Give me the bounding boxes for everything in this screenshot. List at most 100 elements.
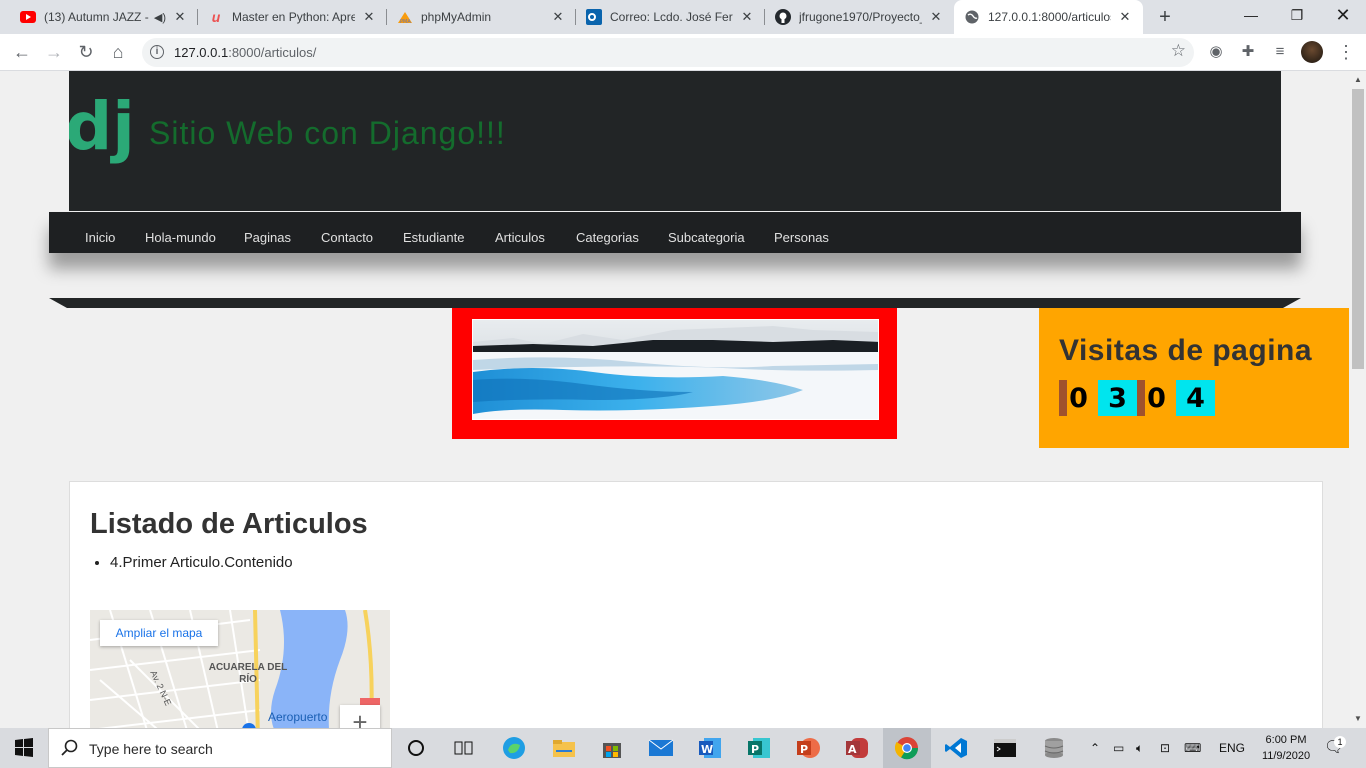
reload-icon[interactable]: ↻ <box>74 40 98 64</box>
extension-circle-icon[interactable]: ◉ <box>1204 40 1228 64</box>
nav-inicio[interactable]: Inicio <box>85 212 115 253</box>
close-tab-icon[interactable]: ✕ <box>361 9 377 25</box>
map-airport-label: Aeropuerto <box>268 710 328 724</box>
svg-text:dj: dj <box>69 88 133 165</box>
page-heading: Listado de Articulos <box>90 508 368 540</box>
search-icon <box>61 739 78 756</box>
word-icon[interactable]: W <box>686 728 734 768</box>
content-card: Listado de Articulos 4.Primer Articulo.C… <box>69 481 1323 728</box>
new-tab-button[interactable]: + <box>1154 6 1176 28</box>
profile-avatar[interactable] <box>1301 41 1323 63</box>
nav-contacto[interactable]: Contacto <box>321 212 373 253</box>
scrollbar-thumb[interactable] <box>1352 89 1364 369</box>
embedded-map[interactable]: Ampliar el mapa ACUARELA DEL RÍO Av. 2 N… <box>90 610 390 728</box>
chrome-menu-icon[interactable]: ⋮ <box>1334 40 1358 64</box>
list-item[interactable]: 4.Primer Articulo.Contenido <box>110 554 293 571</box>
svg-text:PMA: PMA <box>400 19 411 24</box>
tab-title: jfrugone1970/Proyecto_ <box>799 10 922 24</box>
restore-button[interactable]: ❐ <box>1274 0 1320 34</box>
nav-categorias[interactable]: Categorias <box>576 212 639 253</box>
counter-digit: 4 <box>1176 380 1215 416</box>
nav-subcategoria[interactable]: Subcategoria <box>668 212 745 253</box>
visit-counter: 0 3 0 4 <box>1059 380 1215 416</box>
clock-date: 11/9/2020 <box>1261 750 1311 762</box>
task-view-icon[interactable] <box>440 728 488 768</box>
back-icon[interactable]: ← <box>10 40 34 64</box>
tab-outlook[interactable]: Correo: Lcdo. José Ferna ✕ <box>576 0 765 34</box>
system-clock[interactable]: 6:00 PM 11/9/2020 <box>1256 732 1316 764</box>
cortana-icon[interactable] <box>392 728 440 768</box>
forward-icon[interactable]: → <box>42 40 66 64</box>
expand-map-link[interactable]: Ampliar el mapa <box>100 620 218 646</box>
language-indicator[interactable]: ENG <box>1219 728 1245 768</box>
battery-icon[interactable]: ▭ <box>1113 728 1124 768</box>
site-info-icon[interactable]: i <box>150 45 164 59</box>
tab-title: 127.0.0.1:8000/articulos/ <box>988 10 1111 24</box>
nav-personas[interactable]: Personas <box>774 212 829 253</box>
bookmark-star-icon[interactable]: ☆ <box>1171 41 1186 61</box>
tab-youtube[interactable]: (13) Autumn JAZZ - ◀) ✕ <box>10 0 198 34</box>
edge-icon[interactable] <box>490 728 538 768</box>
home-icon[interactable]: ⌂ <box>106 40 130 64</box>
scroll-down-icon[interactable]: ▼ <box>1354 714 1362 723</box>
browser-tab-strip: (13) Autumn JAZZ - ◀) ✕ u Master en Pyth… <box>0 0 1366 34</box>
taskbar-search[interactable]: Type here to search <box>48 728 392 768</box>
svg-text:W: W <box>701 743 713 756</box>
address-bar[interactable]: i 127.0.0.1:8000/articulos/ ☆ <box>142 38 1194 67</box>
tab-github[interactable]: jfrugone1970/Proyecto_ ✕ <box>765 0 954 34</box>
scroll-up-icon[interactable]: ▲ <box>1354 75 1362 84</box>
glacier-banner-image <box>472 319 879 420</box>
close-tab-icon[interactable]: ✕ <box>739 9 755 25</box>
powerpoint-icon[interactable]: P <box>784 728 832 768</box>
svg-text:P: P <box>800 743 808 756</box>
extensions-puzzle-icon[interactable]: ✚ <box>1236 40 1260 64</box>
minimize-button[interactable]: — <box>1228 0 1274 34</box>
nav-hola-mundo[interactable]: Hola-mundo <box>145 212 216 253</box>
speaker-icon[interactable]: ◀) <box>154 11 166 24</box>
page-scrollbar[interactable]: ▲ ▼ <box>1350 71 1366 728</box>
close-tab-icon[interactable]: ✕ <box>1117 9 1133 25</box>
vscode-icon[interactable] <box>932 728 980 768</box>
tab-phpmyadmin[interactable]: PMA phpMyAdmin ✕ <box>387 0 576 34</box>
tab-title: Master en Python: Apre <box>232 10 355 24</box>
close-tab-icon[interactable]: ✕ <box>928 9 944 25</box>
mail-icon[interactable] <box>637 728 685 768</box>
nav-articulos[interactable]: Articulos <box>495 212 545 253</box>
file-explorer-icon[interactable] <box>540 728 588 768</box>
tab-articulos[interactable]: 127.0.0.1:8000/articulos/ ✕ <box>954 0 1143 34</box>
github-icon <box>775 9 791 25</box>
udemy-icon: u <box>211 9 221 25</box>
network-icon[interactable]: ⊡ <box>1160 728 1170 768</box>
database-icon[interactable] <box>1030 728 1078 768</box>
main-nav: Inicio Hola-mundo Paginas Contacto Estud… <box>49 212 1301 253</box>
nav-estudiante[interactable]: Estudiante <box>403 212 464 253</box>
start-button[interactable] <box>0 728 48 768</box>
tab-udemy[interactable]: u Master en Python: Apre ✕ <box>198 0 387 34</box>
site-header: dj Sitio Web con Django!!! <box>69 71 1281 211</box>
banner-frame <box>452 308 897 439</box>
keyboard-icon[interactable]: ⌨︎ <box>1184 728 1201 768</box>
tab-title: phpMyAdmin <box>421 10 492 24</box>
publisher-icon[interactable]: P <box>735 728 783 768</box>
close-tab-icon[interactable]: ✕ <box>172 9 188 25</box>
access-icon[interactable]: A <box>833 728 881 768</box>
tray-chevron-icon[interactable]: ⌃ <box>1090 728 1100 768</box>
store-icon[interactable] <box>588 728 636 768</box>
article-list: 4.Primer Articulo.Contenido <box>110 554 293 571</box>
close-window-button[interactable]: ✕ <box>1320 0 1366 34</box>
outlook-icon <box>586 9 602 25</box>
volume-icon[interactable]: 🔈︎ <box>1136 728 1143 768</box>
visits-label: Visitas de pagina <box>1059 334 1313 367</box>
media-control-icon[interactable]: ≡ <box>1268 40 1292 64</box>
close-tab-icon[interactable]: ✕ <box>550 9 566 25</box>
django-logo: dj <box>69 88 133 165</box>
url-text[interactable]: 127.0.0.1:8000/articulos/ <box>174 45 316 60</box>
windows-taskbar: Type here to search W P P A ⌃ ▭ 🔈︎ ⊡ ⌨︎ … <box>0 728 1366 768</box>
clock-time: 6:00 PM <box>1265 734 1307 746</box>
terminal-icon[interactable] <box>981 728 1029 768</box>
nav-paginas[interactable]: Paginas <box>244 212 291 253</box>
site-title: Sitio Web con Django!!! <box>149 115 506 151</box>
notification-center-icon[interactable]: 🗨︎ 1 <box>1324 728 1346 768</box>
chrome-icon[interactable] <box>883 728 931 768</box>
zoom-in-button[interactable]: + <box>340 705 380 728</box>
